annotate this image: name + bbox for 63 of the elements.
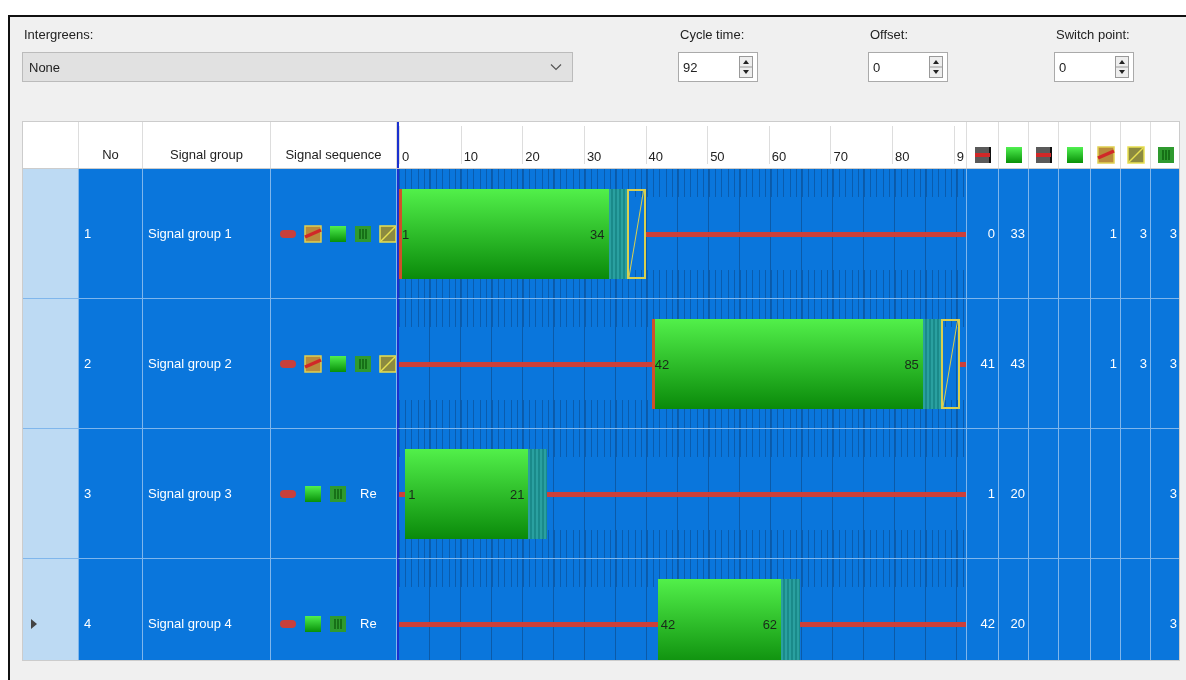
go-signal-icon [304, 484, 322, 503]
column-header[interactable]: Signal sequence [271, 122, 397, 168]
table-cell: 42 [967, 559, 999, 660]
switch-point-label: Switch point: [1055, 27, 1131, 43]
time-tick-label: 50 [707, 126, 725, 164]
time-tick-label: 60 [768, 126, 787, 164]
time-tick-label: 9 [953, 126, 964, 164]
offset-label: Offset: [869, 27, 910, 43]
caution-signal-icon [379, 354, 396, 373]
caution-signal-icon [379, 224, 396, 243]
time-tick-label: 30 [583, 126, 602, 164]
column-header[interactable]: Signal group [143, 122, 271, 168]
time-tick-label: 10 [460, 126, 479, 164]
cycle-time-field[interactable]: 92 [678, 52, 758, 82]
go-signal-icon [329, 224, 347, 243]
blinking-signal-icon [354, 224, 372, 243]
row-header[interactable] [23, 169, 79, 299]
row-header[interactable] [23, 299, 79, 429]
phase-end-label: 85 [904, 356, 919, 372]
time-tick-label: 40 [645, 126, 663, 164]
table-cell: 3 [1151, 559, 1179, 660]
row-header[interactable] [23, 429, 79, 559]
offset-field[interactable]: 0 [868, 52, 948, 82]
chevron-down-icon [550, 63, 562, 71]
table-cell: 4 [79, 559, 143, 660]
table-cell: Signal group 4 [143, 559, 271, 660]
time-tick-label: 80 [892, 126, 910, 164]
go-signal-icon [329, 354, 347, 373]
time-tick-label: 70 [830, 126, 848, 164]
blinking-signal-icon [329, 614, 347, 633]
phase-end-label: 21 [509, 486, 525, 502]
caution-signal-icon [1126, 146, 1145, 164]
phase-end-label: 34 [590, 226, 605, 242]
go-signal-icon [1065, 146, 1084, 164]
go-signal-icon [304, 614, 322, 633]
prepare-signal-icon [1096, 146, 1115, 164]
intergreens-label: Intergreens: [23, 27, 95, 43]
blinking-signal-icon [1156, 146, 1175, 164]
phase-start-label: 42 [654, 356, 670, 372]
spin-arrows-icon[interactable] [929, 56, 943, 78]
sequence-label: Re [360, 616, 377, 631]
switch-point-field[interactable]: 0 [1054, 52, 1134, 82]
time-tick-label: 20 [522, 126, 540, 164]
blinking-signal-icon [329, 484, 347, 503]
phase-start-label: 42 [660, 616, 676, 632]
sequence-label: Re [360, 486, 377, 501]
spin-arrows-icon[interactable] [739, 56, 753, 78]
go-signal-icon [1004, 146, 1023, 164]
row-header[interactable] [23, 559, 79, 660]
stop-signal-icon [1034, 146, 1053, 164]
cycle-time-label: Cycle time: [679, 27, 746, 43]
stop-signal-icon [973, 146, 992, 164]
time-tick-label: 0 [399, 126, 410, 164]
phase-start-label: 1 [408, 486, 416, 502]
table-cell: 20 [999, 559, 1029, 660]
phase-start-label: 1 [402, 226, 410, 242]
phase-end-label: 62 [762, 616, 778, 632]
prepare-signal-icon [304, 224, 322, 243]
intergreens-dropdown[interactable]: None [22, 52, 573, 82]
blinking-signal-icon [354, 354, 372, 373]
column-header[interactable]: No [79, 122, 143, 168]
prepare-signal-icon [304, 354, 322, 373]
spin-arrows-icon[interactable] [1115, 56, 1129, 78]
